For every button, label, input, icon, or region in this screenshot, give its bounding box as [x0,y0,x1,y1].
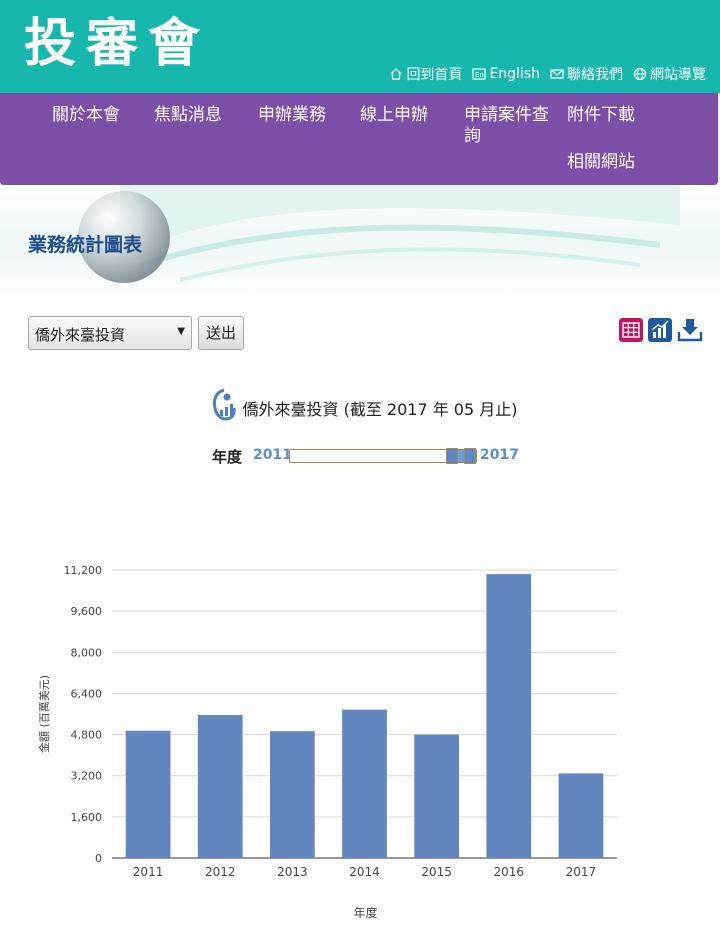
english-icon: En [472,68,487,80]
nav-item-downloads[interactable]: 附件下載 [567,105,635,126]
contact-link-label: 聯絡我們 [567,67,623,83]
home-icon [390,68,402,80]
year-range-handle-start[interactable] [446,448,458,464]
bar-2017 [558,773,604,858]
y-tick-label: 1,600 [71,811,103,824]
home-link-label: 回到首頁 [406,67,463,83]
contact-link[interactable]: 聯絡我們 [550,64,623,84]
chart-view-icon[interactable] [648,318,672,342]
main-nav: 關於本會 焦點消息 申辦業務 線上申辦 申請案件查詢 附件下載 相關網站 [0,93,718,185]
sitemap-link[interactable]: 網站導覽 [633,64,706,84]
select-arrow-icon: ▼ [177,326,185,337]
x-tick-label: 2012 [205,865,236,879]
bar-2011 [125,730,171,858]
x-tick-label: 2011 [133,865,164,879]
download-icon[interactable] [677,318,703,342]
year-range-handle-end[interactable] [464,448,476,464]
table-view-icon[interactable] [619,318,643,342]
nav-item-news[interactable]: 焦點消息 [154,105,222,126]
y-tick-label: 9,600 [71,605,103,618]
x-tick-label: 2014 [349,865,380,879]
x-tick-label: 2013 [277,865,308,879]
top-links: 回到首頁 En English 聯絡我們 網站導覽 [389,64,706,84]
send-button[interactable]: 送出 [198,316,244,350]
year-range-start: 2011 [253,447,292,463]
chart-title-text: 僑外來臺投資 (截至 2017 年 05 月止) [242,400,518,419]
x-axis-title: 年度 [353,905,377,920]
nav-item-about[interactable]: 關於本會 [52,105,120,126]
y-axis-title: 金額 (百萬美元) [37,675,51,753]
y-tick-label: 11,200 [64,564,103,577]
home-link[interactable]: 回到首頁 [389,64,462,84]
nav-item-case-query[interactable]: 申請案件查詢 [464,105,556,147]
bar-2013 [269,731,315,858]
y-tick-label: 0 [95,852,102,865]
site-logo[interactable]: 投審會 [24,12,210,76]
bar-2016 [486,574,532,858]
english-link[interactable]: En English [472,64,540,84]
page-title: 業務統計圖表 [28,234,143,256]
year-range-end: 2017 [480,447,519,463]
x-tick-label: 2015 [421,865,452,879]
x-tick-label: 2017 [566,865,597,879]
y-tick-label: 6,400 [71,687,103,700]
nav-item-related-sites[interactable]: 相關網站 [567,152,635,173]
bar-2014 [342,709,387,858]
english-link-label: English [489,66,540,82]
svg-text:En: En [475,71,484,79]
globe-icon [633,67,647,81]
chart-title: 僑外來臺投資 (截至 2017 年 05 月止) [0,396,720,420]
y-tick-label: 4,800 [71,729,103,742]
category-select-value: 僑外來臺投資 [35,326,126,344]
mail-icon [550,69,564,79]
bar-2015 [414,734,460,858]
site-header: 投審會 回到首頁 En English 聯絡我們 網站導覽 [0,0,720,93]
y-tick-label: 8,000 [71,646,103,659]
nav-item-services[interactable]: 申辦業務 [258,105,326,126]
sitemap-link-label: 網站導覽 [650,67,706,83]
year-range-label: 年度 [212,448,243,466]
y-tick-label: 3,200 [71,770,103,783]
x-tick-label: 2016 [494,865,525,879]
category-select[interactable]: 僑外來臺投資 ▼ [28,316,192,350]
year-range-slider[interactable] [289,448,477,464]
banner-wave [120,185,680,282]
nav-item-online-apply[interactable]: 線上申辦 [360,105,428,126]
bar-2012 [197,715,243,858]
